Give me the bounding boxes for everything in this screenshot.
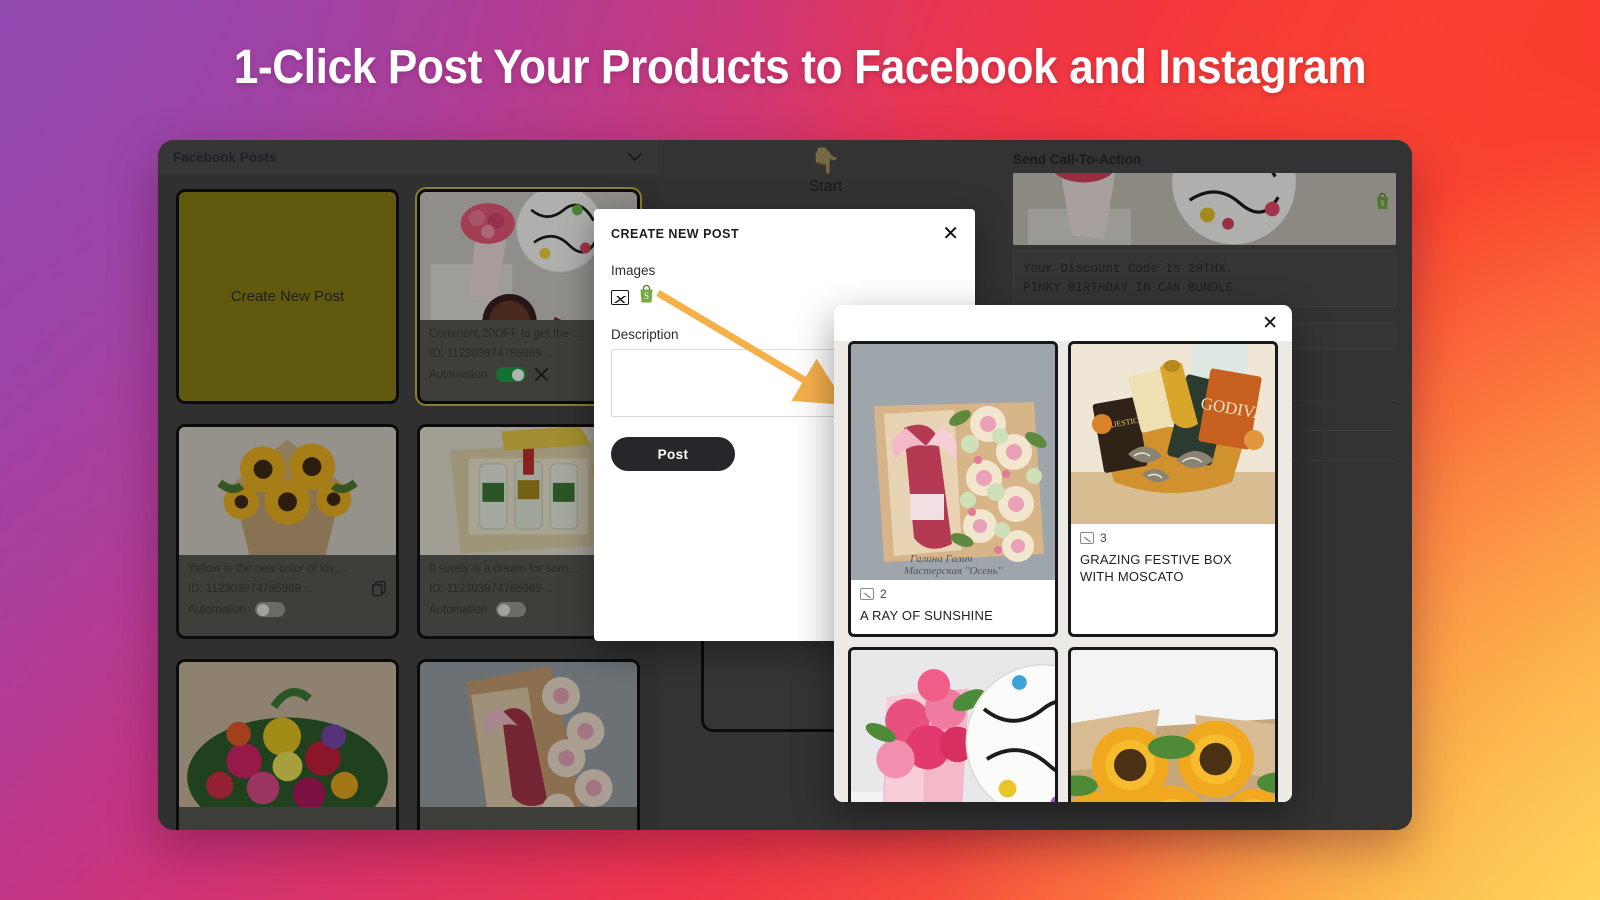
create-new-post-label: Create New Post bbox=[230, 288, 345, 305]
image-icon[interactable] bbox=[611, 289, 629, 305]
facebook-posts-pane: Facebook Posts Create New Post Comment 2… bbox=[158, 140, 658, 830]
automation-label: Automation bbox=[429, 368, 488, 381]
post-thumbnail bbox=[179, 427, 396, 555]
product-card[interactable]: colate bbox=[1068, 647, 1278, 802]
shopify-bag-icon[interactable]: S bbox=[638, 284, 655, 309]
svg-text:Галина Галич: Галина Галич bbox=[909, 553, 973, 565]
product-image: colate bbox=[1071, 650, 1275, 802]
automation-label: Automation bbox=[188, 603, 247, 616]
post-card[interactable] bbox=[417, 659, 640, 830]
automation-toggle[interactable] bbox=[496, 367, 527, 382]
chevron-down-icon[interactable] bbox=[628, 153, 642, 162]
product-image-count: 2 bbox=[880, 587, 887, 601]
svg-text:S: S bbox=[1380, 199, 1384, 208]
post-id: ID: 112303974785969… bbox=[429, 348, 554, 360]
product-picker-modal: ✕ Галина Галич Мастерская "Осень" 2 A RA… bbox=[834, 305, 1292, 802]
flow-start: 👇 Start bbox=[658, 140, 993, 196]
close-icon[interactable]: ✕ bbox=[942, 224, 959, 244]
product-image bbox=[851, 650, 1055, 802]
modal-title: CREATE NEW POST bbox=[611, 227, 740, 241]
svg-text:S: S bbox=[644, 291, 649, 301]
post-id: ID: 112303974785969… bbox=[188, 583, 313, 595]
shopify-bag-icon: S bbox=[1375, 192, 1390, 215]
post-card[interactable] bbox=[176, 659, 399, 830]
image-count-icon bbox=[1080, 532, 1094, 544]
post-thumbnail bbox=[179, 662, 396, 807]
automation-label: Automation bbox=[429, 603, 488, 616]
cta-message-line-2: PINKY BIRTHDAY IN CAN BUNDLE bbox=[1023, 281, 1234, 295]
product-card[interactable]: GODIVA MAJESTIC 3 GRAZING FESTIVE BOX WI… bbox=[1068, 341, 1278, 637]
cta-image: S bbox=[1013, 173, 1396, 245]
create-new-post-card[interactable]: Create New Post bbox=[176, 189, 399, 404]
cta-message: Your Discount Code Is 20THX. PINKY BIRTH… bbox=[1013, 251, 1396, 307]
images-label: Images bbox=[611, 263, 656, 278]
product-image-count: 3 bbox=[1100, 531, 1107, 545]
delete-post-icon[interactable] bbox=[535, 368, 549, 381]
post-id: ID: 112303974785969… bbox=[429, 583, 554, 595]
product-image: GODIVA MAJESTIC bbox=[1071, 344, 1275, 524]
post-button[interactable]: Post bbox=[611, 437, 735, 471]
facebook-posts-title: Facebook Posts bbox=[173, 150, 277, 165]
pointing-down-hand-icon: 👇 bbox=[809, 147, 842, 175]
post-caption: Yellow is the new color of lov… bbox=[188, 563, 347, 575]
start-label: Start bbox=[808, 178, 843, 195]
product-image: Галина Галич Мастерская "Осень" bbox=[851, 344, 1055, 580]
page-title: 1-Click Post Your Products to Facebook a… bbox=[233, 41, 1367, 94]
close-icon[interactable]: ✕ bbox=[1262, 312, 1278, 335]
product-grid: Галина Галич Мастерская "Осень" 2 A RAY … bbox=[834, 341, 1292, 802]
product-name: GRAZING FESTIVE BOX WITH MOSCATO bbox=[1080, 552, 1232, 584]
cta-message-line-1: Your Discount Code Is 20THX. bbox=[1023, 262, 1234, 276]
automation-toggle[interactable] bbox=[255, 602, 286, 617]
cta-title: Send Call-To-Action bbox=[1013, 152, 1141, 167]
product-card[interactable] bbox=[848, 647, 1058, 802]
image-count-icon bbox=[860, 588, 874, 600]
product-name: A RAY OF SUNSHINE bbox=[860, 608, 993, 623]
post-card[interactable]: Yellow is the new color of lov… ID: 1123… bbox=[176, 424, 399, 639]
post-thumbnail bbox=[420, 662, 637, 807]
svg-text:Мастерская "Осень": Мастерская "Осень" bbox=[903, 565, 1002, 577]
facebook-posts-grid: Create New Post Comment 20OFF to get the… bbox=[158, 175, 658, 830]
facebook-posts-header[interactable]: Facebook Posts bbox=[158, 140, 658, 175]
copy-icon[interactable] bbox=[372, 581, 387, 597]
automation-toggle[interactable] bbox=[496, 602, 527, 617]
product-card[interactable]: Галина Галич Мастерская "Осень" 2 A RAY … bbox=[848, 341, 1058, 637]
